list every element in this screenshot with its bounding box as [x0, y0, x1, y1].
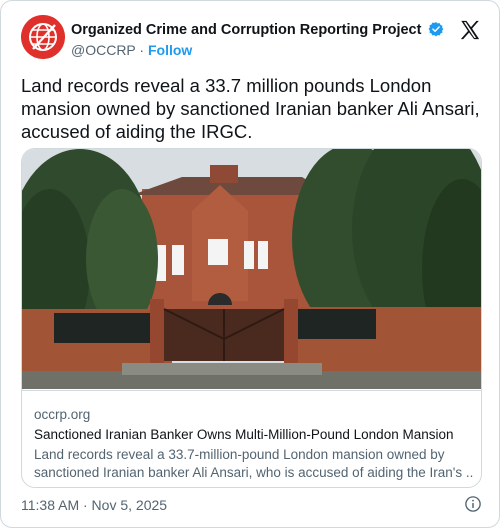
- link-preview-card[interactable]: occrp.org Sanctioned Iranian Banker Owns…: [21, 148, 482, 488]
- avatar[interactable]: [21, 15, 65, 59]
- tweet-timestamp[interactable]: 11:38 AM · Nov 5, 2025: [21, 497, 167, 513]
- link-domain: occrp.org: [34, 407, 91, 422]
- account-handle[interactable]: @OCCRP: [71, 42, 136, 58]
- link-description: Land records reveal a 33.7-million-pound…: [34, 446, 474, 482]
- follow-button[interactable]: Follow: [148, 42, 192, 58]
- separator-dot: ·: [139, 42, 145, 58]
- link-description-line-1: Land records reveal a 33.7-million-pound…: [34, 447, 445, 462]
- x-logo-icon[interactable]: [459, 19, 481, 41]
- tweet-text: Land records reveal a 33.7 million pound…: [21, 75, 480, 142]
- handle-row: @OCCRP · Follow: [71, 42, 192, 58]
- account-name-row[interactable]: Organized Crime and Corruption Reporting…: [71, 21, 444, 38]
- mansion-photo: [22, 149, 481, 389]
- link-preview-body[interactable]: occrp.org Sanctioned Iranian Banker Owns…: [22, 390, 481, 487]
- occrp-globe-logo-icon: [21, 15, 65, 59]
- info-icon[interactable]: [464, 495, 482, 513]
- tweet-header: Organized Crime and Corruption Reporting…: [21, 15, 481, 63]
- tweet-card: Organized Crime and Corruption Reporting…: [0, 0, 500, 528]
- account-name[interactable]: Organized Crime and Corruption Reporting…: [71, 22, 421, 38]
- link-title[interactable]: Sanctioned Iranian Banker Owns Multi-Mil…: [34, 427, 474, 442]
- verified-badge-icon: [429, 22, 444, 37]
- link-description-line-2: sanctioned Iranian banker Ali Ansari, wh…: [34, 465, 474, 480]
